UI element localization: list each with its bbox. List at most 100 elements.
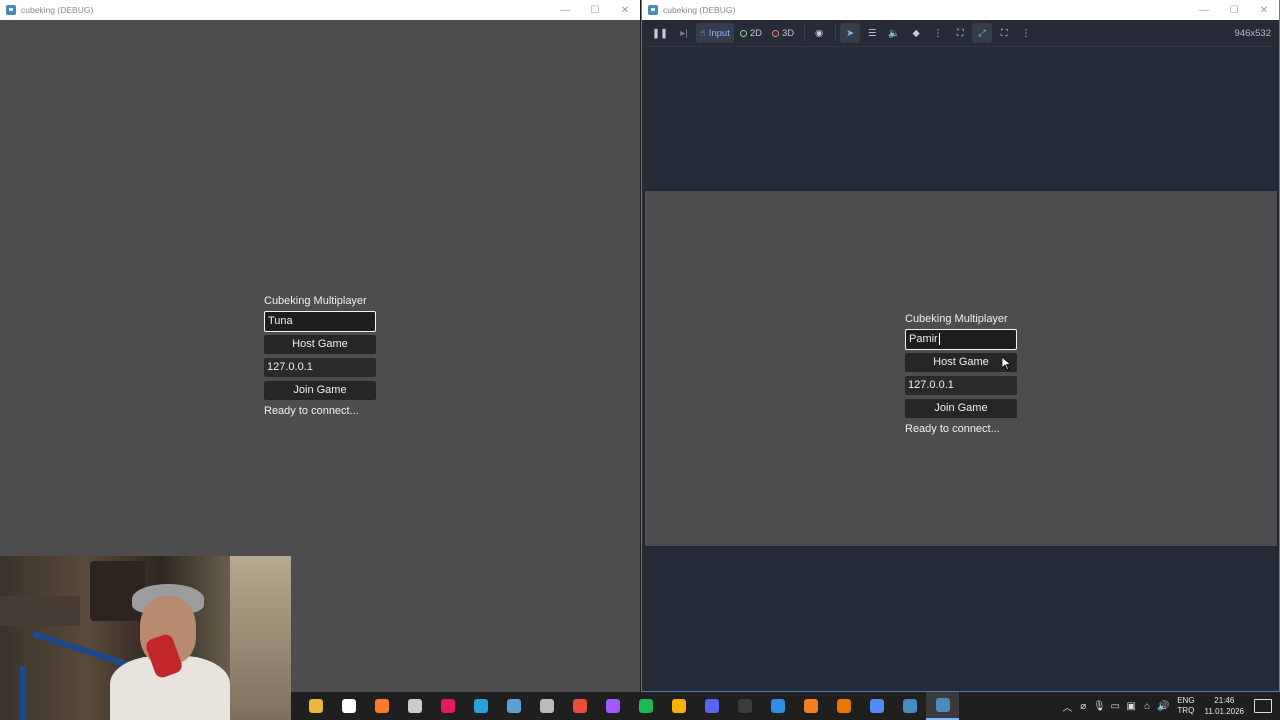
ip-address-input[interactable]: 127.0.0.1 — [264, 358, 376, 377]
windows-taskbar: ︿ ⌀ 🎙 ▭ ▣ ⌂ 🔊 ENG TRQ 21:46 11.01.2026 — [291, 692, 1280, 720]
taskbar-app-blue-icon[interactable] — [464, 692, 497, 720]
ip-address-input[interactable]: 127.0.0.1 — [905, 376, 1017, 395]
webcam-shelf — [0, 596, 80, 626]
taskbar-slack-icon[interactable] — [431, 692, 464, 720]
mode-2d-button[interactable]: 2D — [736, 23, 766, 43]
app-cube-icon — [539, 699, 554, 713]
language-indicator[interactable]: ENG TRQ — [1177, 696, 1194, 716]
mode-2d-icon — [739, 29, 747, 37]
stretch-mode-icon[interactable]: ⤢ — [972, 23, 993, 43]
next-frame-icon[interactable]: ▸| — [674, 23, 694, 43]
file-explorer-icon — [308, 699, 323, 713]
taskbar-chrome-icon[interactable] — [662, 692, 695, 720]
godot-app-icon — [648, 5, 658, 15]
multiplayer-menu: Cubeking Multiplayer Pamir Host Game 127… — [905, 312, 1017, 436]
visibility-eye-icon[interactable]: ◉ — [809, 23, 829, 43]
toolbar-divider — [804, 25, 806, 41]
speaker-icon[interactable]: 🔈 — [884, 23, 904, 43]
kebab-menu-icon[interactable]: ⋮ — [928, 23, 948, 43]
mode-3d-button[interactable]: 3D — [768, 23, 798, 43]
multiplayer-menu: Cubeking Multiplayer Tuna Host Game 127.… — [264, 294, 376, 418]
camera-override-icon[interactable]: ◆ — [906, 23, 926, 43]
connection-status: Ready to connect... — [905, 423, 1000, 435]
taskbar-spotify-icon[interactable] — [629, 692, 662, 720]
menu-title: Cubeking Multiplayer — [905, 313, 1008, 325]
minimize-button[interactable]: — — [550, 0, 580, 20]
game-viewport-area: Cubeking Multiplayer Pamir Host Game 127… — [645, 191, 1277, 546]
connection-status: Ready to connect... — [264, 405, 359, 417]
player-name-input[interactable]: Pamir — [905, 329, 1017, 350]
chevron-up-icon[interactable]: ︿ — [1059, 699, 1075, 714]
lang-bottom: TRQ — [1177, 706, 1195, 715]
taskbar-steam-icon[interactable] — [497, 692, 530, 720]
slack-icon — [440, 699, 455, 713]
usb-icon[interactable]: ⌀ — [1075, 701, 1091, 712]
app-a-icon — [869, 699, 884, 713]
player-name-input[interactable]: Tuna — [264, 311, 376, 332]
host-game-button[interactable]: Host Game — [264, 335, 376, 354]
taskbar-godot-icon[interactable] — [893, 692, 926, 720]
pause-icon[interactable]: ❚❚ — [648, 23, 672, 43]
embedded-game-view[interactable]: Cubeking Multiplayer Pamir Host Game 127… — [645, 46, 1277, 689]
system-tray: ︿ ⌀ 🎙 ▭ ▣ ⌂ 🔊 ENG TRQ 21:46 11.01.2026 — [1059, 692, 1280, 720]
taskbar-app-red-icon[interactable] — [563, 692, 596, 720]
taskbar-cloudflare-icon[interactable] — [794, 692, 827, 720]
right-window-title: cubeking (DEBUG) — [663, 5, 736, 15]
taskbar-firefox-icon[interactable] — [365, 692, 398, 720]
discord-icon — [704, 699, 719, 713]
system-clock[interactable]: 21:46 11.01.2026 — [1205, 695, 1244, 717]
left-window-titlebar[interactable]: cubeking (DEBUG) — ☐ ✕ — [0, 0, 640, 20]
game-embed-toolbar: ❚❚ ▸| ☝ Input 2D 3D ◉ ➤ ☰ 🔈 ◆ ⋮ ⛶ ⤢ ⛶ ⋮ … — [642, 20, 1279, 46]
display-icon[interactable]: ▣ — [1123, 701, 1139, 712]
text-caret — [938, 333, 940, 346]
notification-icon[interactable] — [1254, 699, 1272, 713]
microphone-icon[interactable]: 🎙 — [1091, 701, 1107, 712]
webcam-door — [230, 556, 291, 720]
maximize-button[interactable]: ☐ — [1219, 0, 1249, 20]
battery-icon[interactable]: ▭ — [1107, 701, 1123, 712]
mode-3d-label: 3D — [782, 27, 795, 39]
taskbar-app-a-icon[interactable] — [860, 692, 893, 720]
webcam-overlay — [0, 556, 291, 720]
select-arrow-icon[interactable]: ➤ — [840, 23, 861, 43]
right-window-titlebar[interactable]: cubeking (DEBUG) — ☐ ✕ — [642, 0, 1279, 20]
maximize-button[interactable]: ☐ — [580, 0, 610, 20]
join-game-button[interactable]: Join Game — [264, 381, 376, 400]
blender-icon — [836, 699, 851, 713]
taskbar-figma-icon[interactable] — [596, 692, 629, 720]
cloudflare-icon — [803, 699, 818, 713]
join-game-button[interactable]: Join Game — [905, 399, 1017, 418]
vscode-icon — [770, 699, 785, 713]
list-select-icon[interactable]: ☰ — [862, 23, 882, 43]
toolbar-divider — [835, 25, 837, 41]
taskbar-file-explorer-icon[interactable] — [299, 692, 332, 720]
network-icon[interactable]: ⌂ — [1139, 701, 1155, 712]
close-button[interactable]: ✕ — [1249, 0, 1279, 20]
app-blue-icon — [473, 699, 488, 713]
taskbar-terminal-icon[interactable] — [728, 692, 761, 720]
close-button[interactable]: ✕ — [610, 0, 640, 20]
right-game-window: cubeking (DEBUG) — ☐ ✕ ❚❚ ▸| ☝ Input 2D … — [641, 0, 1280, 692]
fullscreen-icon[interactable]: ⛶ — [994, 23, 1014, 43]
taskbar-blender-icon[interactable] — [827, 692, 860, 720]
input-mode-button[interactable]: ☝ Input — [695, 23, 734, 43]
taskbar-vscode-icon[interactable] — [761, 692, 794, 720]
mode-3d-icon — [772, 29, 780, 37]
lang-top: ENG — [1177, 696, 1195, 705]
taskbar-clock-app-icon[interactable] — [332, 692, 365, 720]
host-game-button[interactable]: Host Game — [905, 353, 1017, 372]
keep-aspect-icon[interactable]: ⛶ — [950, 23, 970, 43]
left-window-title: cubeking (DEBUG) — [21, 5, 94, 15]
player-name-value: Pamir — [909, 333, 938, 345]
taskbar-pinned-apps — [299, 692, 959, 720]
taskbar-godot-debug-icon[interactable] — [926, 692, 959, 720]
taskbar-discord-icon[interactable] — [695, 692, 728, 720]
mic-stand — [20, 666, 26, 720]
minimize-button[interactable]: — — [1189, 0, 1219, 20]
volume-icon[interactable]: 🔊 — [1155, 701, 1171, 712]
taskbar-app-cube-icon[interactable] — [530, 692, 563, 720]
kebab-menu-icon[interactable]: ⋮ — [1016, 23, 1036, 43]
taskbar-app-ring-icon[interactable] — [398, 692, 431, 720]
pointer-hand-icon: ☝ — [699, 27, 706, 39]
app-red-icon — [572, 699, 587, 713]
